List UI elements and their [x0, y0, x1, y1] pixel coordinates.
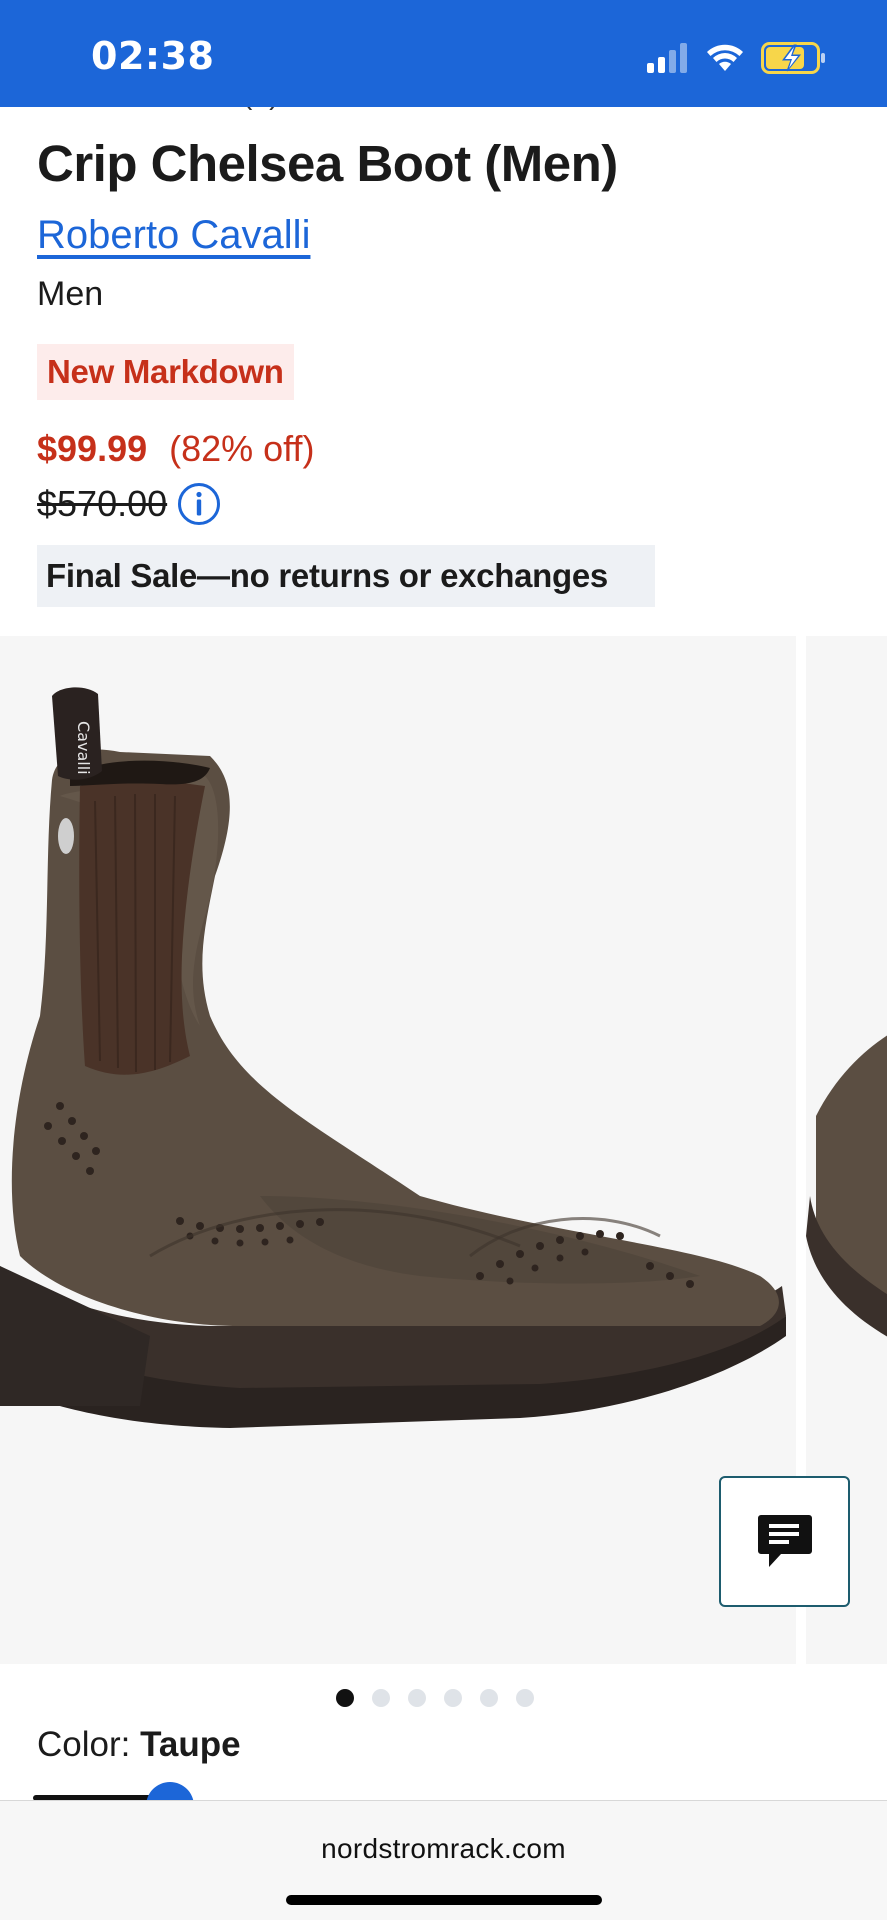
product-image[interactable]: Cavalli — [0, 636, 796, 1664]
carousel-dot[interactable] — [479, 1689, 498, 1707]
status-time: 02:38 — [91, 34, 215, 78]
original-price: $570.00 — [37, 483, 168, 524]
carousel-dot[interactable] — [515, 1689, 534, 1707]
price-row: $99.99 (82% off) — [37, 428, 315, 470]
original-price-row: $570.00 — [37, 482, 221, 526]
carousel-dot[interactable] — [407, 1689, 426, 1707]
battery-charging-icon — [761, 42, 825, 74]
url-display[interactable]: nordstromrack.com — [0, 1833, 887, 1865]
home-indicator[interactable] — [286, 1895, 602, 1905]
status-bar: 02:38 — [0, 0, 887, 107]
product-title: Crip Chelsea Boot (Men) — [37, 135, 618, 192]
final-sale-notice: Final Sale—no returns or exchanges — [37, 545, 655, 607]
carousel-pagination — [0, 1689, 887, 1707]
info-icon[interactable] — [177, 482, 221, 526]
markdown-badge: New Markdown — [37, 344, 294, 400]
color-value: Taupe — [140, 1725, 241, 1764]
carousel-dot[interactable] — [371, 1689, 390, 1707]
boot-image: Cavalli — [0, 687, 786, 1428]
brand-link[interactable]: Roberto Cavalli — [37, 213, 310, 258]
carousel-dot[interactable] — [443, 1689, 462, 1707]
discount-percent: (82% off) — [169, 428, 315, 469]
product-category: Men — [37, 275, 104, 313]
chat-icon — [757, 1514, 812, 1567]
browser-bottom-bar: nordstromrack.com — [0, 1800, 887, 1920]
chat-button[interactable] — [719, 1476, 850, 1607]
signal-icon — [647, 43, 687, 73]
color-label: Color: Taupe — [37, 1725, 241, 1765]
color-label-text: Color: — [37, 1725, 141, 1764]
svg-text:Cavalli: Cavalli — [74, 721, 93, 775]
status-icons — [647, 42, 827, 74]
sale-price: $99.99 — [37, 428, 148, 469]
wifi-icon — [707, 44, 743, 71]
carousel-dot[interactable] — [335, 1689, 354, 1707]
